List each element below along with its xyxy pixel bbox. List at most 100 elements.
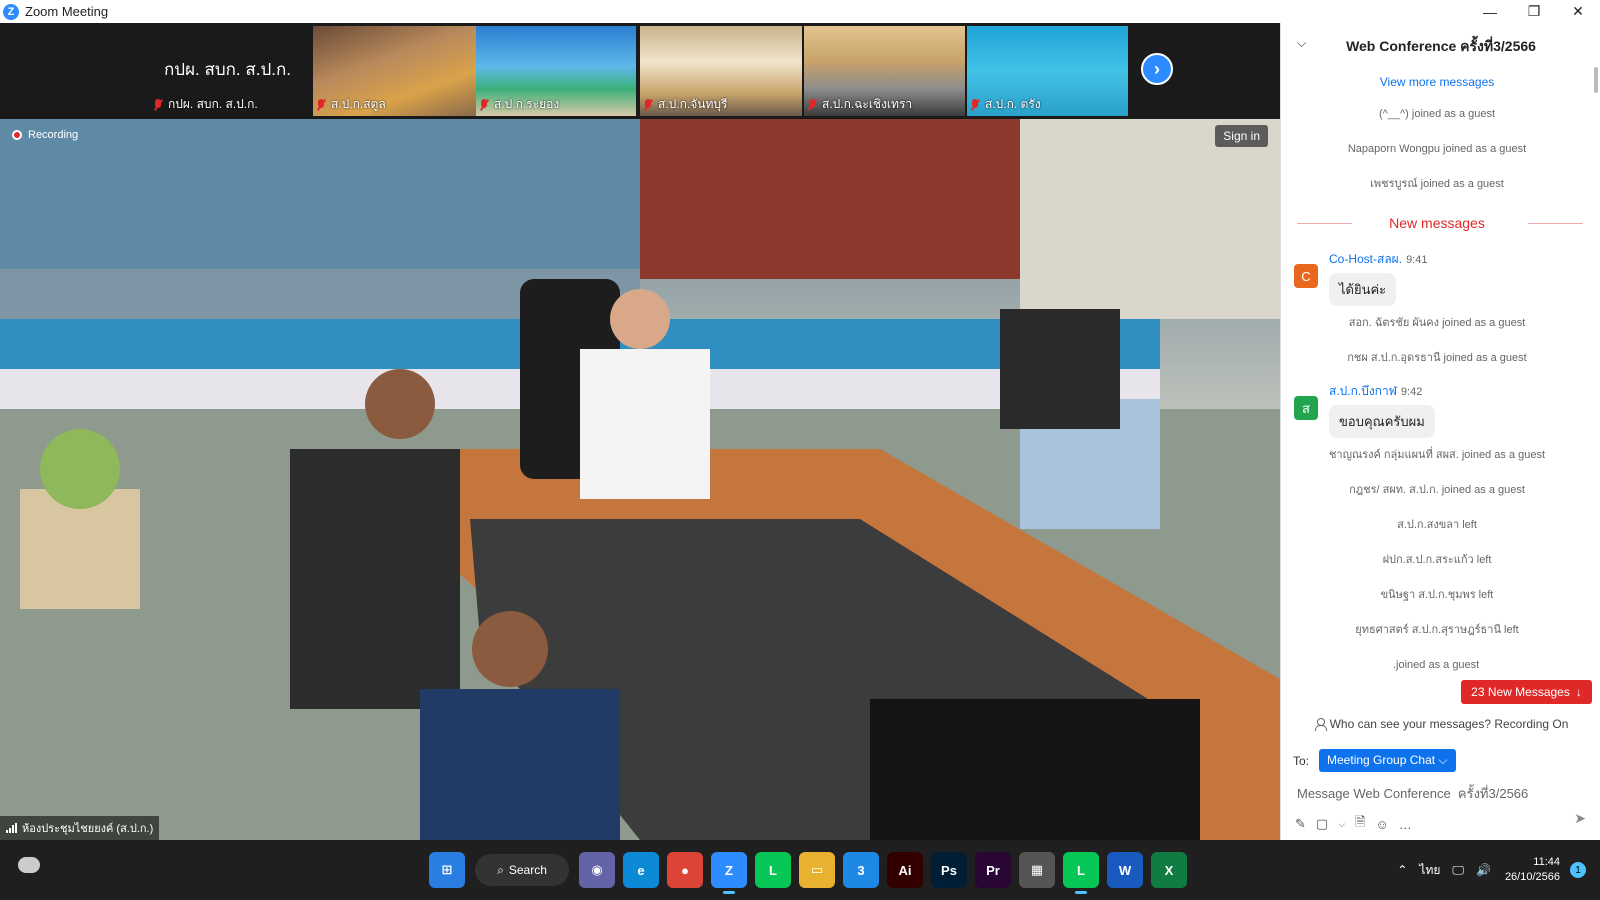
- view-more-messages-link[interactable]: View more messages: [1281, 67, 1593, 97]
- room-name: ห้องประชุมไชยยงค์ (ส.ป.ก.): [22, 823, 154, 835]
- system-message: .joined as a guest: [1393, 659, 1480, 671]
- more-icon[interactable]: …: [1399, 817, 1412, 832]
- format-icon[interactable]: ✎: [1295, 816, 1306, 832]
- chat-message[interactable]: ส ส.ป.ก.บึงกาฬ 9:42 ขอบคุณครับผม: [1281, 376, 1593, 438]
- chevron-right-icon[interactable]: ›: [1141, 53, 1173, 85]
- participant-tile[interactable]: กปผ. สบก. ส.ป.ก. กปผ. สบก. ส.ป.ก.: [150, 26, 305, 116]
- excel-icon[interactable]: X: [1151, 852, 1187, 888]
- participant-name: ส.ป.ก. ตรัง: [971, 95, 1041, 114]
- language-indicator[interactable]: ไทย: [1419, 861, 1440, 880]
- system-message: ชาญณรงค์ กลุ่มแผนที่ สผส. joined as a gu…: [1328, 449, 1546, 461]
- chrome-icon[interactable]: ●: [667, 852, 703, 888]
- system-message: ยุทธศาสตร์ ส.ป.ก.สุราษฎร์ธานี left: [1355, 624, 1519, 636]
- chat-title: Web Conference ครั้งที่3/2566: [1346, 38, 1536, 54]
- mic-muted-icon: [971, 98, 979, 111]
- network-icon[interactable]: 🖵: [1452, 863, 1464, 878]
- participant-tile[interactable]: ส.ป.ก.สตูล: [313, 26, 476, 116]
- chat-panel: ⌵ Web Conference ครั้งที่3/2566 View mor…: [1280, 23, 1600, 840]
- close-icon[interactable]: ✕: [1556, 0, 1600, 23]
- maximize-icon[interactable]: ❐: [1512, 0, 1556, 23]
- mic-muted-icon: [317, 98, 325, 111]
- calculator-icon[interactable]: ▦: [1019, 852, 1055, 888]
- participant-name: ส.ป.ก.สตูล: [317, 95, 386, 114]
- line-2-icon[interactable]: L: [1063, 852, 1099, 894]
- new-messages-button[interactable]: 23 New Messages ↓: [1461, 680, 1592, 704]
- participant-tile[interactable]: ส.ป.ก.ฉะเชิงเทรา: [804, 26, 965, 116]
- zoom-logo-icon: Z: [3, 3, 19, 20]
- taskbar-apps: ⊞ ⌕ Search ◉ e ● Z L ▭ 3 Ai Ps Pr ▦ L W X: [425, 840, 1191, 900]
- word-icon[interactable]: W: [1107, 852, 1143, 888]
- who-can-see-messages[interactable]: Who can see your messages? Recording On: [1281, 717, 1600, 731]
- conference-room-scene: [0, 119, 1280, 840]
- loudspeaker: [1000, 309, 1120, 429]
- search-icon: ⌕: [497, 862, 504, 877]
- system-message: ขนิษฐา ส.ป.ก.ชุมพร left: [1380, 589, 1494, 601]
- speaker-name-label: ห้องประชุมไชยยงค์ (ส.ป.ก.): [0, 816, 160, 840]
- avatar: ส: [1294, 396, 1318, 420]
- chat-messages: View more messages (^__^) joined as a gu…: [1281, 67, 1593, 717]
- recording-indicator[interactable]: Recording: [12, 129, 78, 141]
- system-message: Napaporn Wongpu joined as a guest: [1347, 143, 1527, 155]
- teams-icon[interactable]: ◉: [579, 852, 615, 888]
- wall-right: [1020, 119, 1280, 319]
- premiere-icon[interactable]: Pr: [975, 852, 1011, 888]
- signal-strength-icon: [6, 823, 17, 833]
- notification-badge[interactable]: 1: [1570, 862, 1586, 878]
- system-message: ส.ป.ก.สงขลา left: [1397, 519, 1477, 531]
- system-message: กชผ ส.ป.ก.อุดรธานี joined as a guest: [1347, 352, 1527, 364]
- system-message: (^__^) joined as a guest: [1378, 108, 1496, 120]
- minimize-icon[interactable]: —: [1468, 0, 1512, 23]
- chat-scrollbar[interactable]: [1594, 67, 1598, 93]
- file-icon[interactable]: 🗎: [1355, 813, 1365, 835]
- chevron-up-icon[interactable]: ⌃: [1397, 863, 1407, 877]
- clock[interactable]: 11:44 26/10/2566: [1505, 855, 1560, 885]
- mic-muted-icon: [480, 98, 488, 111]
- participant-tile[interactable]: ส.ป.ก. ตรัง: [967, 26, 1128, 116]
- window-controls: — ❐ ✕: [1468, 0, 1600, 23]
- sign-in-button[interactable]: Sign in: [1215, 125, 1268, 147]
- participant-tile[interactable]: ส.ป.ก.จันทบุรี: [640, 26, 802, 116]
- mic-muted-icon: [644, 98, 652, 111]
- weather-icon[interactable]: [18, 857, 40, 873]
- sender-name: ส.ป.ก.บึงกาฬ: [1329, 384, 1397, 398]
- message-time: 9:42: [1400, 386, 1423, 398]
- recipient-select[interactable]: Meeting Group Chat ⌵: [1319, 749, 1456, 772]
- wall-pattern: [640, 119, 1020, 279]
- new-messages-divider: New messages: [1281, 202, 1593, 244]
- recipient-value: Meeting Group Chat: [1327, 753, 1436, 767]
- chat-message[interactable]: C Co-Host-สลผ. 9:41 ได้ยินค่ะ: [1281, 244, 1593, 306]
- chevron-down-icon[interactable]: ⌵: [1338, 819, 1345, 830]
- who-can-see-label: Who can see your messages? Recording On: [1329, 717, 1569, 731]
- line-icon[interactable]: L: [755, 852, 791, 888]
- taskbar: ⊞ ⌕ Search ◉ e ● Z L ▭ 3 Ai Ps Pr ▦ L W X ⌃ ไทย 🖵 🔊 11:4…: [0, 840, 1600, 900]
- send-icon[interactable]: ➤: [1574, 810, 1586, 827]
- video-area: กปผ. สบก. ส.ป.ก. กปผ. สบก. ส.ป.ก. ส.ป.ก.…: [0, 23, 1280, 840]
- start-icon[interactable]: ⊞: [429, 852, 465, 888]
- edge-icon[interactable]: e: [623, 852, 659, 888]
- emoji-icon[interactable]: ☺: [1375, 817, 1388, 832]
- title-bar: Z Zoom Meeting — ❐ ✕: [0, 0, 1600, 23]
- screenshot-icon[interactable]: ▢: [1316, 816, 1328, 832]
- participant-tile[interactable]: ส.ป.ก.ระยอง: [476, 26, 636, 116]
- explorer-icon[interactable]: ▭: [799, 852, 835, 888]
- volume-icon[interactable]: 🔊: [1476, 863, 1491, 877]
- taskbar-search[interactable]: ⌕ Search: [475, 854, 569, 886]
- message-input[interactable]: [1297, 783, 1587, 803]
- avatar: C: [1294, 264, 1318, 288]
- arrow-down-icon: ↓: [1575, 685, 1582, 699]
- app-3-icon[interactable]: 3: [843, 852, 879, 888]
- message-meta: ส.ป.ก.บึงกาฬ 9:42: [1329, 376, 1593, 401]
- clock-date: 26/10/2566: [1504, 871, 1560, 883]
- system-message: สอก. ฉัตรชัย ผันคง joined as a guest: [1348, 317, 1526, 329]
- system-message: เพชรบูรณ์ joined as a guest: [1370, 178, 1504, 190]
- message-bubble: ได้ยินค่ะ: [1329, 273, 1397, 306]
- participant-big-name: กปผ. สบก. ส.ป.ก.: [163, 59, 292, 79]
- illustrator-icon[interactable]: Ai: [887, 852, 923, 888]
- sender-name: Co-Host-สลผ.: [1329, 252, 1403, 266]
- photoshop-icon[interactable]: Ps: [931, 852, 967, 888]
- message-meta: Co-Host-สลผ. 9:41: [1329, 244, 1593, 269]
- people-icon: [1314, 718, 1327, 731]
- zoom-icon[interactable]: Z: [711, 852, 747, 894]
- clock-time: 11:44: [1533, 856, 1560, 868]
- speaker-head: [610, 289, 670, 349]
